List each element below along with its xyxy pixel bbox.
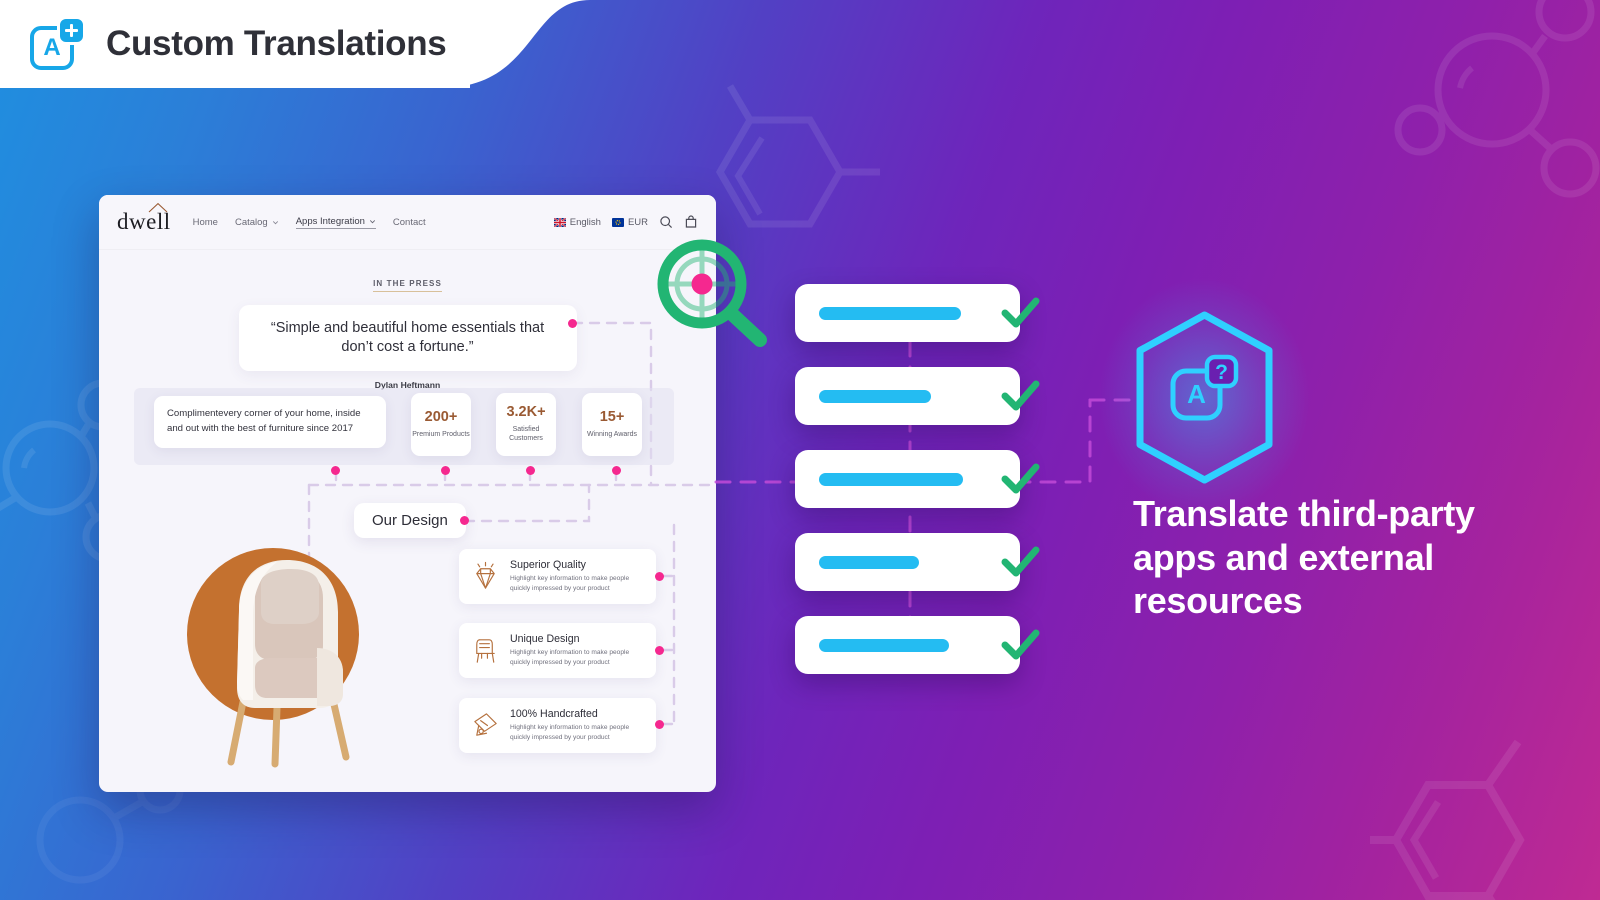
uk-flag-icon	[553, 217, 566, 227]
green-check-icon	[1001, 380, 1040, 411]
nav-label: Contact	[392, 216, 426, 228]
nav-item-catalog[interactable]: Catalog	[235, 217, 279, 228]
chevron-down-icon	[369, 219, 375, 223]
translated-string-bar	[819, 389, 931, 403]
language-label: English	[569, 216, 601, 228]
svg-text:?: ?	[1215, 361, 1228, 384]
nav-label: Home	[192, 216, 218, 228]
header-banner: A Custom Translations	[0, 0, 620, 88]
connector-dot-stat-1	[441, 466, 450, 475]
translated-string-bar	[819, 306, 961, 320]
eu-flag-icon	[611, 217, 624, 227]
section-chip-label: Our Design	[372, 512, 448, 529]
product-image	[187, 540, 387, 770]
translation-card[interactable]	[795, 367, 1040, 425]
feature-title: 100% Handcrafted	[510, 708, 598, 721]
connector-dot-feature-1	[655, 572, 664, 581]
about-blurb: Complimentevery corner of your home, ins…	[154, 396, 386, 448]
connector-dot-stat-3	[612, 466, 621, 475]
green-check-icon	[1001, 629, 1040, 660]
press-label: IN THE PRESS	[373, 279, 442, 292]
question-badge-icon: ?	[1204, 354, 1239, 389]
feature-title: Superior Quality	[510, 559, 586, 572]
chair-icon	[476, 639, 495, 663]
svg-text:A: A	[1187, 379, 1206, 409]
armchair-illustration	[227, 560, 350, 768]
storefront-mockup: dwell Home Catalog Apps Integration Cont…	[99, 195, 716, 792]
green-check-icon	[1001, 297, 1040, 328]
feature-description: Highlight key information to make people…	[510, 724, 630, 741]
stat-label: Winning Awards	[586, 430, 638, 438]
chevron-down-icon	[272, 220, 278, 224]
section-chip-our-design: Our Design	[354, 503, 466, 538]
stats-strip: Complimentevery corner of your home, ins…	[134, 388, 674, 465]
nav-label: Catalog	[234, 216, 268, 228]
magnifier-target-icon	[650, 234, 774, 352]
stat-value: 15+	[599, 409, 625, 426]
headline-text: Translate third-party apps and external …	[1133, 493, 1475, 622]
stat-card-satisfied-customers: 3.2K+ Satisfied Customers	[496, 393, 556, 456]
molecule-decoration-bottom-right	[1370, 740, 1600, 900]
molecule-decoration-top-right	[1380, 0, 1600, 220]
nav-label: Apps Integration	[295, 215, 365, 227]
banner-curve	[440, 0, 590, 88]
green-check-icon	[1001, 463, 1040, 494]
currency-label: EUR	[627, 216, 648, 228]
mockup-nav-utilities: English EUR	[553, 215, 698, 229]
language-selector[interactable]: English	[553, 216, 601, 228]
stat-card-premium-products: 200+ Premium Products	[411, 393, 471, 456]
connector-dot-stat-2	[526, 466, 535, 475]
mockup-nav-links: Home Catalog Apps Integration Contact	[193, 216, 426, 229]
translation-card[interactable]	[795, 616, 1040, 674]
feature-card-superior-quality: Superior Quality Highlight key informati…	[459, 549, 656, 604]
feature-description: Highlight key information to make people…	[510, 575, 630, 592]
custom-translations-logo: A	[28, 16, 90, 72]
green-check-icon	[1001, 546, 1040, 577]
translated-string-bar	[819, 472, 963, 486]
search-icon[interactable]	[659, 215, 673, 229]
feature-card-handcrafted: 100% Handcrafted Highlight key informati…	[459, 698, 656, 753]
press-section: IN THE PRESS “Simple and beautiful home …	[99, 273, 716, 390]
nav-item-apps-integration[interactable]: Apps Integration	[295, 215, 376, 229]
feature-description: Highlight key information to make people…	[510, 649, 630, 666]
nav-item-home[interactable]: Home	[193, 217, 218, 228]
translation-card[interactable]	[795, 284, 1040, 342]
dwell-logo[interactable]: dwell	[117, 202, 171, 235]
stat-value: 3.2K+	[506, 404, 546, 421]
currency-selector[interactable]: EUR	[611, 216, 648, 228]
translation-card[interactable]	[795, 533, 1040, 591]
stat-card-winning-awards: 15+ Winning Awards	[582, 393, 642, 456]
translated-string-bar	[819, 555, 919, 569]
shopping-bag-icon[interactable]	[684, 215, 698, 229]
connector-dot-feature-2	[655, 646, 664, 655]
hand-plane-icon	[474, 713, 497, 736]
translation-card-list	[795, 284, 1040, 699]
press-quote-card: “Simple and beautiful home essentials th…	[238, 305, 577, 372]
stat-value: 200+	[424, 409, 458, 426]
promo-graphic: A Custom Translations dwell Home Catalog…	[0, 0, 1600, 900]
connector-dot-blurb	[331, 466, 340, 475]
hexagon-translate-badge: A ?	[1132, 311, 1277, 484]
translation-card[interactable]	[795, 450, 1040, 508]
house-roof-icon	[148, 202, 167, 213]
diamond-icon	[476, 561, 495, 589]
feature-title: Unique Design	[510, 633, 580, 646]
plus-icon	[57, 16, 86, 45]
stat-label: Satisfied Customers	[509, 425, 543, 443]
connector-dot-quote	[568, 319, 577, 328]
stat-label: Premium Products	[412, 430, 470, 438]
mockup-navbar: dwell Home Catalog Apps Integration Cont…	[99, 195, 716, 250]
connector-dot-our-design	[460, 516, 469, 525]
nav-item-contact[interactable]: Contact	[393, 217, 426, 228]
feature-card-unique-design: Unique Design Highlight key information …	[459, 623, 656, 678]
connector-dot-feature-3	[655, 720, 664, 729]
press-quote-text: “Simple and beautiful home essentials th…	[270, 320, 545, 356]
page-title: Custom Translations	[106, 24, 447, 63]
translated-string-bar	[819, 638, 949, 652]
